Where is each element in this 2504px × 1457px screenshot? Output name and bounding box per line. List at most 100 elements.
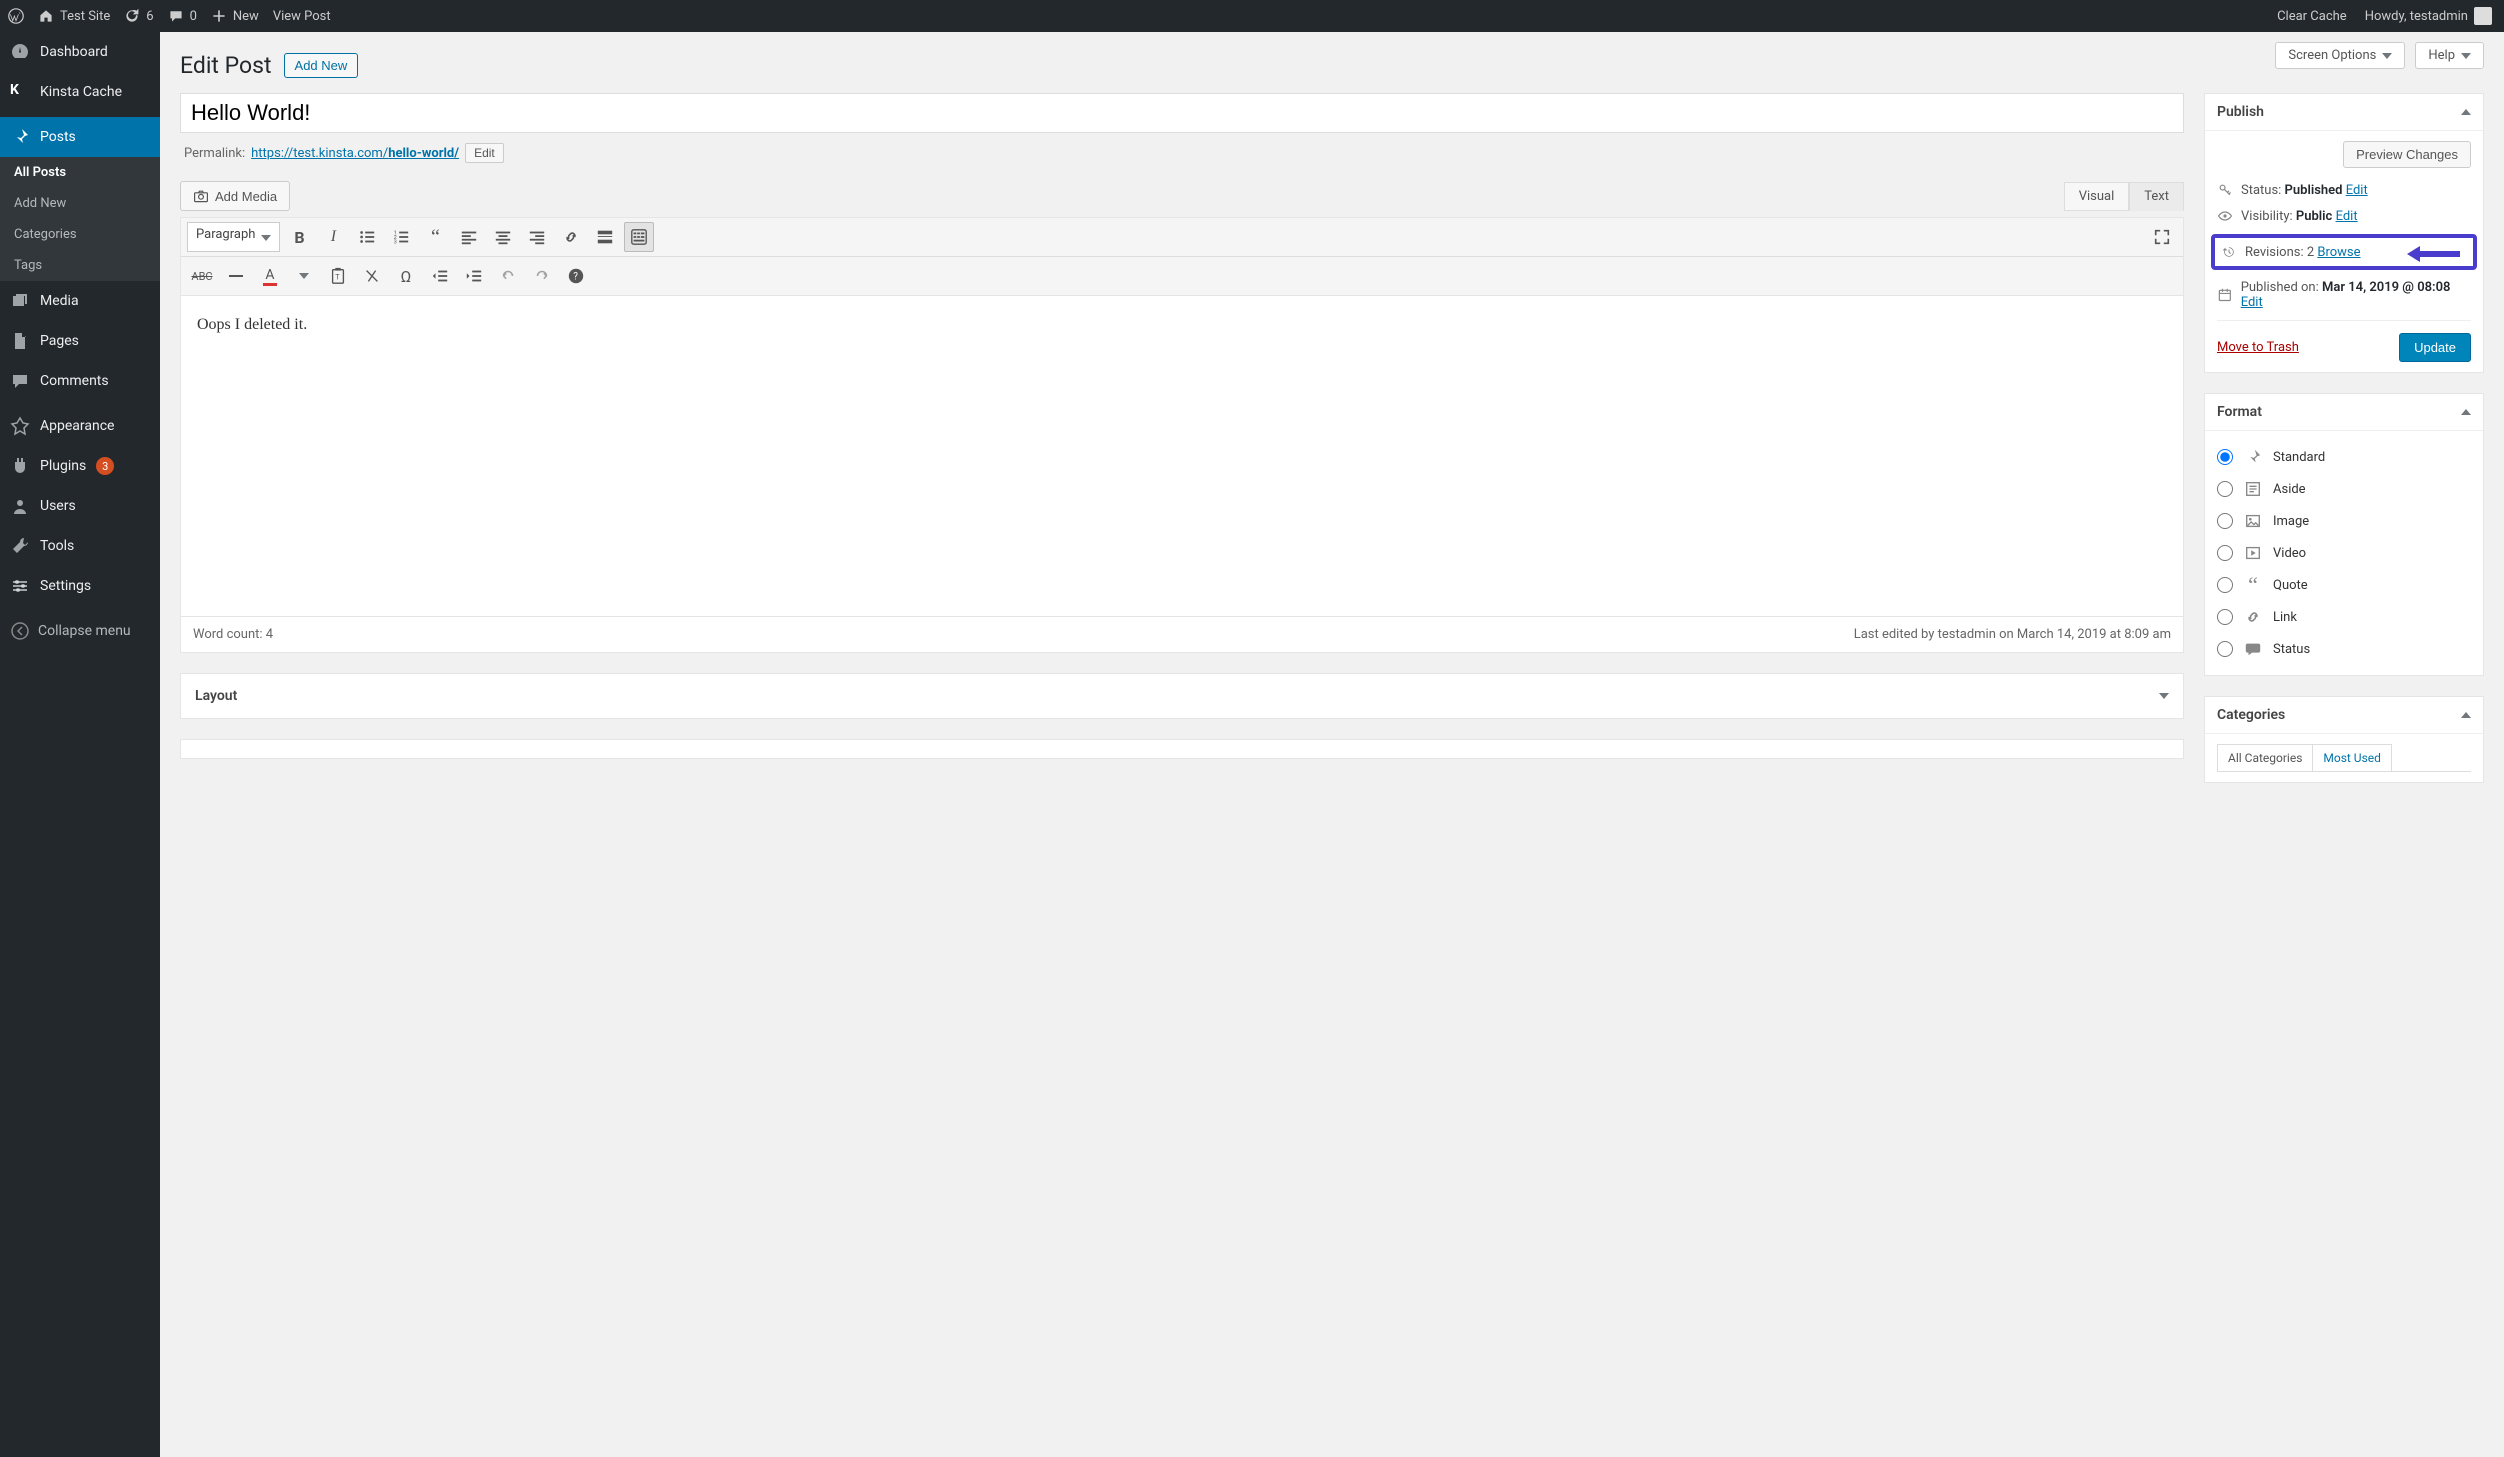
clear-formatting-button[interactable]: [357, 261, 387, 291]
sidebar-item-kinsta[interactable]: K Kinsta Cache: [0, 72, 160, 112]
paste-text-button[interactable]: T: [323, 261, 353, 291]
published-edit-link[interactable]: Edit: [2241, 295, 2263, 310]
undo-button[interactable]: [493, 261, 523, 291]
sidebar-item-users[interactable]: Users: [0, 486, 160, 526]
add-media-button[interactable]: Add Media: [180, 181, 290, 211]
format-radio[interactable]: [2217, 481, 2233, 497]
sidebar-item-appearance[interactable]: Appearance: [0, 406, 160, 446]
indent-button[interactable]: [459, 261, 489, 291]
status-edit-link[interactable]: Edit: [2346, 183, 2368, 198]
outdent-button[interactable]: [425, 261, 455, 291]
hr-button[interactable]: [221, 261, 251, 291]
preview-changes-button[interactable]: Preview Changes: [2343, 141, 2471, 168]
wp-logo[interactable]: [8, 8, 24, 24]
format-radio[interactable]: [2217, 449, 2233, 465]
submenu-tags[interactable]: Tags: [0, 250, 160, 281]
sidebar-item-media[interactable]: Media: [0, 281, 160, 321]
page-icon: [10, 331, 30, 351]
cat-tab-all[interactable]: All Categories: [2217, 744, 2313, 771]
post-title-input[interactable]: [180, 93, 2184, 133]
sidebar-item-label: Plugins: [40, 458, 86, 474]
format-option-standard[interactable]: Standard: [2217, 441, 2471, 473]
comments-link[interactable]: 0: [168, 8, 197, 24]
format-option-status[interactable]: Status: [2217, 633, 2471, 665]
permalink-edit-button[interactable]: Edit: [465, 143, 504, 163]
sidebar-item-settings[interactable]: Settings: [0, 566, 160, 606]
revisions-browse-link[interactable]: Browse: [2317, 245, 2360, 260]
categories-heading[interactable]: Categories: [2205, 697, 2483, 734]
status-row: Status: Published Edit: [2217, 182, 2471, 198]
sidebar-item-tools[interactable]: Tools: [0, 526, 160, 566]
format-radio[interactable]: [2217, 609, 2233, 625]
toolbar-toggle-button[interactable]: [624, 222, 654, 252]
view-post-link[interactable]: View Post: [273, 9, 331, 24]
clear-cache-link[interactable]: Clear Cache: [2277, 9, 2347, 24]
new-content-link[interactable]: New: [211, 8, 259, 24]
screen-options-button[interactable]: Screen Options: [2275, 42, 2405, 69]
sidebar-item-posts[interactable]: Posts: [0, 117, 160, 157]
redo-button[interactable]: [527, 261, 557, 291]
editor-tab-visual[interactable]: Visual: [2064, 182, 2130, 211]
format-option-quote[interactable]: “Quote: [2217, 569, 2471, 601]
publish-heading[interactable]: Publish: [2205, 94, 2483, 131]
bullet-list-button[interactable]: [352, 222, 382, 252]
format-dropdown[interactable]: Paragraph: [187, 222, 280, 252]
bold-button[interactable]: B: [284, 222, 314, 252]
align-left-button[interactable]: [454, 222, 484, 252]
collapse-menu[interactable]: Collapse menu: [0, 611, 160, 651]
editor-footer: Word count: 4 Last edited by testadmin o…: [181, 616, 2183, 652]
fullscreen-button[interactable]: [2147, 222, 2177, 252]
layout-metabox[interactable]: Layout: [180, 673, 2184, 719]
format-radio[interactable]: [2217, 545, 2233, 561]
format-option-image[interactable]: Image: [2217, 505, 2471, 537]
visibility-edit-link[interactable]: Edit: [2336, 209, 2358, 224]
format-radio[interactable]: [2217, 577, 2233, 593]
add-new-button[interactable]: Add New: [284, 53, 359, 78]
link-button[interactable]: [556, 222, 586, 252]
special-char-button[interactable]: Ω: [391, 261, 421, 291]
number-list-button[interactable]: 123: [386, 222, 416, 252]
sidebar-item-plugins[interactable]: Plugins 3: [0, 446, 160, 486]
editor-content[interactable]: Oops I deleted it.: [181, 296, 2183, 616]
sidebar-item-label: Comments: [40, 373, 109, 389]
format-heading[interactable]: Format: [2205, 394, 2483, 431]
my-account-link[interactable]: Howdy, testadmin: [2365, 7, 2492, 25]
chevron-down-icon: [261, 235, 271, 241]
readmore-button[interactable]: [590, 222, 620, 252]
move-to-trash-link[interactable]: Move to Trash: [2217, 340, 2299, 355]
align-right-button[interactable]: [522, 222, 552, 252]
update-button[interactable]: Update: [2399, 333, 2471, 362]
submenu-all-posts[interactable]: All Posts: [0, 157, 160, 188]
format-radio[interactable]: [2217, 641, 2233, 657]
cat-tab-most-used[interactable]: Most Used: [2312, 744, 2392, 771]
italic-button[interactable]: I: [318, 222, 348, 252]
align-center-button[interactable]: [488, 222, 518, 252]
sidebar-item-comments[interactable]: Comments: [0, 361, 160, 401]
pin-icon: [2243, 447, 2263, 467]
image-icon: [2243, 511, 2263, 531]
site-name-link[interactable]: Test Site: [38, 8, 110, 24]
blockquote-button[interactable]: “: [420, 222, 450, 252]
format-option-video[interactable]: Video: [2217, 537, 2471, 569]
textcolor-dropdown[interactable]: [289, 261, 319, 291]
chevron-up-icon: [2461, 109, 2471, 115]
updates-link[interactable]: 6: [124, 8, 153, 24]
help-shortcut-button[interactable]: ?: [561, 261, 591, 291]
avatar: [2474, 7, 2492, 25]
publish-metabox: Publish Preview Changes Status: Publishe…: [2204, 93, 2484, 373]
sidebar-item-label: Pages: [40, 333, 79, 349]
sidebar-item-pages[interactable]: Pages: [0, 321, 160, 361]
textcolor-button[interactable]: A: [255, 261, 285, 291]
sidebar-item-dashboard[interactable]: Dashboard: [0, 32, 160, 72]
format-option-aside[interactable]: Aside: [2217, 473, 2471, 505]
submenu-categories[interactable]: Categories: [0, 219, 160, 250]
quote-icon: “: [2243, 575, 2263, 595]
strikethrough-button[interactable]: ABC: [187, 261, 217, 291]
format-radio[interactable]: [2217, 513, 2233, 529]
visibility-row: Visibility: Public Edit: [2217, 208, 2471, 224]
help-button[interactable]: Help: [2415, 42, 2484, 69]
submenu-add-new[interactable]: Add New: [0, 188, 160, 219]
permalink-link[interactable]: https://test.kinsta.com/hello-world/: [251, 146, 459, 161]
editor-tab-text[interactable]: Text: [2129, 182, 2184, 211]
format-option-link[interactable]: Link: [2217, 601, 2471, 633]
